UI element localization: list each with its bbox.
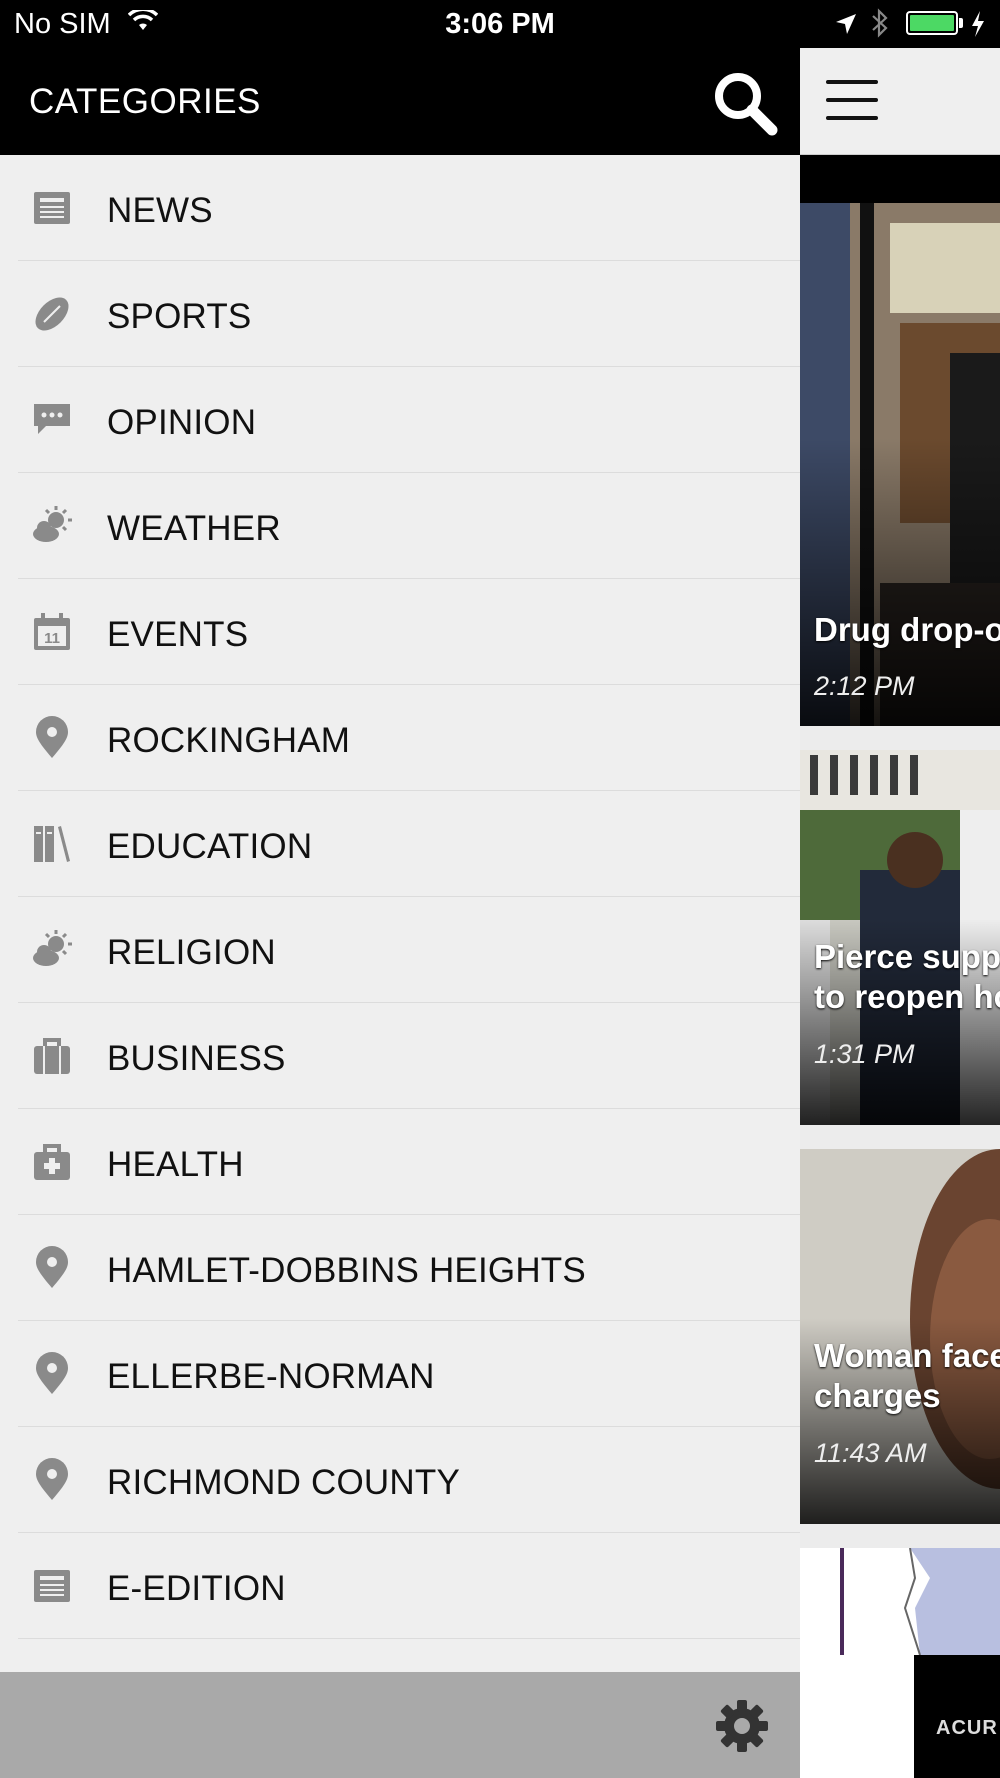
card-headline: to reopen ho [814,978,1000,1015]
categories-drawer: CATEGORIES NEWS SPORTS OPINION WEATHER 11 EVE… [0,48,800,1778]
card-headline: Drug drop-o [814,611,1000,648]
card-time: 2:12 PM [814,671,915,701]
category-label: SPORTS [107,297,252,336]
category-item-sports[interactable]: SPORTS [0,261,800,367]
calendar-icon: 11 [34,613,70,650]
map-pin-icon [36,1458,68,1500]
news-feed-peek: Drug drop-o 2:12 PM Pierce supp to reope… [800,48,1000,1778]
category-item-business[interactable]: BUSINESS [0,1003,800,1109]
category-item-hamlet-dobbins-heights[interactable]: HAMLET-DOBBINS HEIGHTS [0,1215,800,1321]
feed-header [800,48,1000,155]
newspaper-icon [34,192,70,224]
category-label: EDUCATION [107,827,313,866]
drawer-footer [0,1672,800,1778]
category-label: ROCKINGHAM [107,721,351,760]
bluetooth-icon [872,8,888,38]
newspaper-icon [34,1570,70,1602]
category-item-e-edition[interactable]: E-EDITION [0,1533,800,1639]
news-card[interactable] [800,1548,1000,1655]
map-pin-icon [36,1246,68,1288]
category-item-health[interactable]: HEALTH [0,1109,800,1215]
drawer-title: CATEGORIES [29,82,261,121]
football-icon [35,297,69,331]
card-time: 1:31 PM [814,1039,915,1069]
category-label: ELLERBE-NORMAN [107,1357,435,1396]
speech-bubble-icon [34,404,70,434]
category-label: WEATHER [107,509,281,548]
search-icon[interactable] [710,68,780,138]
category-item-opinion[interactable]: OPINION [0,367,800,473]
category-label: RICHMOND COUNTY [107,1463,460,1502]
status-bar: No SIM 3:06 PM [0,0,1000,48]
briefcase-icon [34,1038,70,1074]
sun-cloud-icon [33,930,72,966]
hamburger-menu-icon[interactable] [826,80,880,120]
sun-cloud-icon [33,506,72,542]
category-list: NEWS SPORTS OPINION WEATHER 11 EVENTS ROCKINGH… [0,155,800,1639]
news-card[interactable]: Pierce supp to reopen ho 1:31 PM [800,750,1000,1125]
ad-text: ACUR [936,1717,998,1739]
category-label: NEWS [107,191,213,230]
battery-icon [906,11,958,35]
category-label: RELIGION [107,933,276,972]
card-headline: charges [814,1377,941,1414]
category-label: OPINION [107,403,257,442]
charging-bolt-icon [972,11,984,37]
news-card[interactable]: Drug drop-o 2:12 PM [800,203,1000,726]
category-item-religion[interactable]: RELIGION [0,897,800,1003]
category-item-weather[interactable]: WEATHER [0,473,800,579]
category-label: HAMLET-DOBBINS HEIGHTS [107,1251,586,1290]
category-item-news[interactable]: NEWS [0,155,800,261]
category-item-richmond-county[interactable]: RICHMOND COUNTY [0,1427,800,1533]
map-pin-icon [36,1352,68,1394]
medical-kit-icon [34,1144,70,1180]
article-map-image [800,1548,1000,1655]
card-headline: Pierce supp [814,938,1000,975]
books-icon [34,826,70,862]
category-label: BUSINESS [107,1039,286,1078]
category-item-events[interactable]: 11 EVENTS [0,579,800,685]
card-time: 11:43 AM [814,1438,927,1468]
news-card[interactable]: Woman face charges 11:43 AM [800,1149,1000,1524]
category-item-rockingham[interactable]: ROCKINGHAM [0,685,800,791]
ad-banner[interactable]: ACUR [800,1655,1000,1778]
category-label: HEALTH [107,1145,244,1184]
drawer-header: CATEGORIES [0,48,800,155]
category-item-education[interactable]: EDUCATION [0,791,800,897]
svg-text:11: 11 [44,630,60,647]
location-arrow-icon [836,14,856,34]
category-item-ellerbe-norman[interactable]: ELLERBE-NORMAN [0,1321,800,1427]
card-headline: Woman face [814,1337,1000,1374]
category-label: EVENTS [107,615,249,654]
map-pin-icon [36,716,68,758]
gear-icon[interactable] [714,1698,770,1754]
category-label: E-EDITION [107,1569,286,1608]
